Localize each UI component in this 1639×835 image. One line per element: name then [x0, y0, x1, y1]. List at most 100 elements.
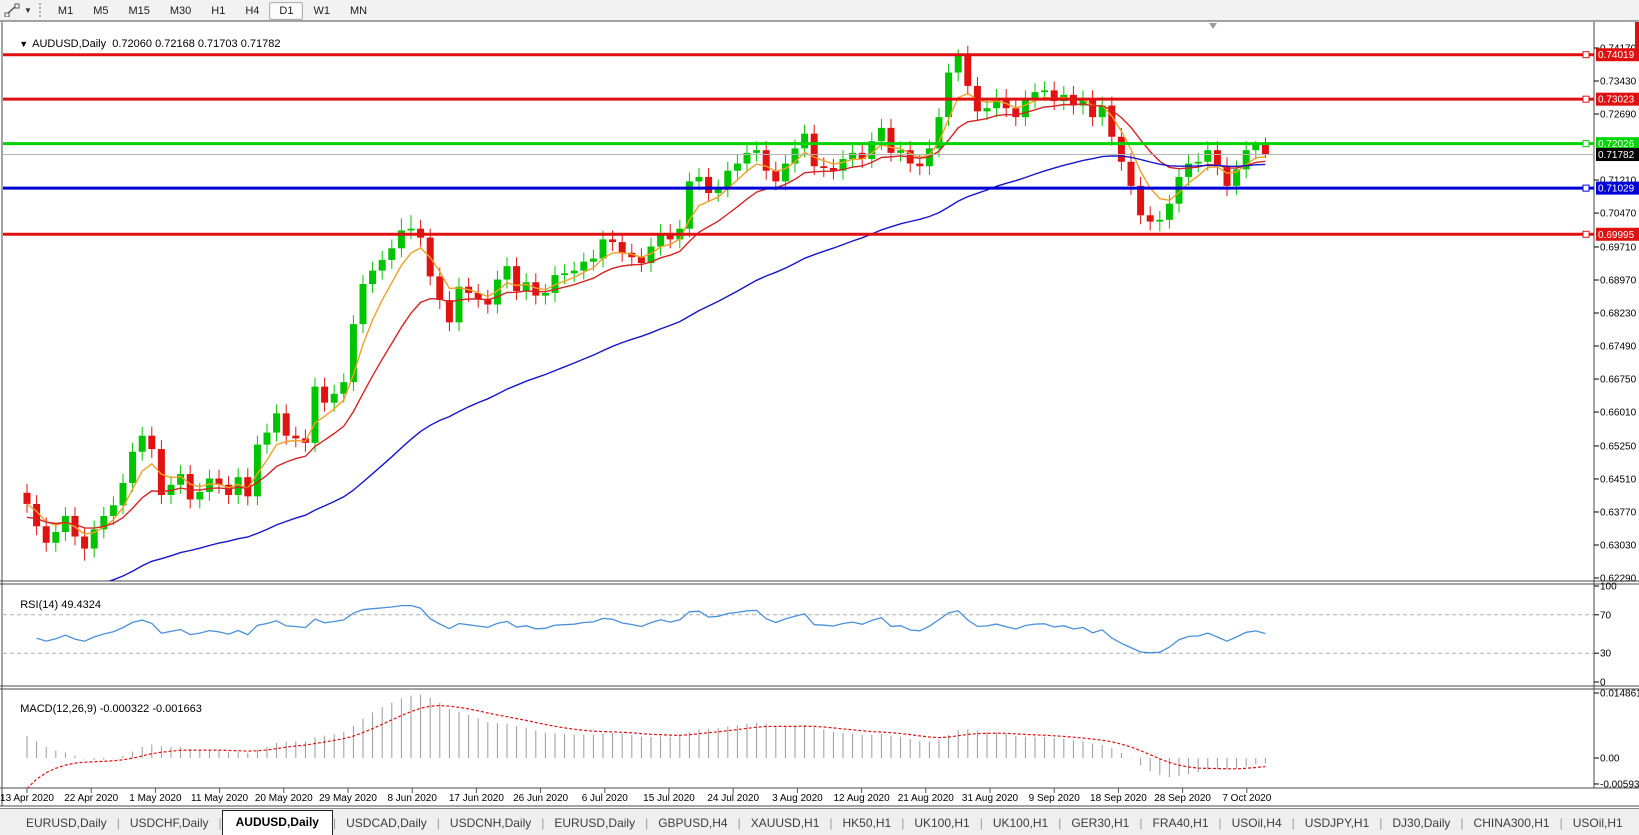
- svg-text:0.014861: 0.014861: [1600, 688, 1639, 699]
- tab-usdcnh-daily[interactable]: USDCNH,Daily: [440, 812, 541, 835]
- tab-uk100-h1[interactable]: UK100,H1: [983, 812, 1058, 835]
- timeframe-button-group: M1M5M15M30H1H4D1W1MN: [48, 1, 377, 19]
- svg-text:0.69995: 0.69995: [1598, 230, 1635, 241]
- line-anchor: [1583, 185, 1589, 191]
- svg-text:0.67490: 0.67490: [1600, 342, 1637, 353]
- price-badge-0.69995: 0.69995: [1596, 228, 1639, 241]
- svg-text:17 Jun 2020: 17 Jun 2020: [449, 793, 504, 804]
- tab-ger30-h1[interactable]: GER30,H1: [1061, 812, 1139, 835]
- svg-text:3 Aug 2020: 3 Aug 2020: [772, 793, 823, 804]
- rsi-value: 49.4324: [61, 599, 101, 611]
- price-badge-0.73023: 0.73023: [1596, 93, 1639, 106]
- svg-text:0.63030: 0.63030: [1600, 540, 1637, 551]
- tab-usoil-h1[interactable]: USOil,H1: [1563, 812, 1633, 835]
- svg-text:11 May 2020: 11 May 2020: [191, 793, 249, 804]
- timeframe-button-w1[interactable]: W1: [303, 2, 340, 20]
- tab-items: EURUSD,Daily|USDCHF,Daily|AUDUSD,Daily|U…: [16, 810, 1633, 835]
- svg-text:0.69710: 0.69710: [1600, 242, 1637, 253]
- tab-usdjpy-h1[interactable]: USDJPY,H1: [1295, 812, 1379, 835]
- svg-text:29 May 2020: 29 May 2020: [319, 793, 377, 804]
- svg-text:18 Sep 2020: 18 Sep 2020: [1090, 793, 1147, 804]
- tab-fra40-h1[interactable]: FRA40,H1: [1142, 812, 1218, 835]
- timeframe-button-m15[interactable]: M15: [118, 2, 159, 20]
- app-window: ▼ M1M5M15M30H1H4D1W1MN ▼ AUDUSD,Daily 0.7…: [0, 0, 1639, 835]
- svg-text:0.63770: 0.63770: [1600, 507, 1637, 518]
- tab-eurusd-daily[interactable]: EURUSD,Daily: [16, 812, 117, 835]
- svg-text:0.72690: 0.72690: [1600, 110, 1637, 121]
- macd-label: MACD(12,26,9) -0.000322 -0.001663: [8, 691, 202, 727]
- toolbar: ▼ M1M5M15M30H1H4D1W1MN: [0, 0, 1639, 21]
- right-edge-marker: [1635, 22, 1639, 58]
- toolbar-grip[interactable]: [39, 3, 41, 17]
- svg-text:0: 0: [1600, 678, 1606, 689]
- svg-text:0.73430: 0.73430: [1600, 77, 1637, 88]
- collapse-caret-icon[interactable]: ▼: [19, 39, 28, 49]
- svg-text:12 Aug 2020: 12 Aug 2020: [834, 793, 891, 804]
- svg-text:0.71782: 0.71782: [1598, 150, 1635, 161]
- price-badge-0.74019: 0.74019: [1596, 48, 1639, 61]
- svg-text:1 May 2020: 1 May 2020: [129, 793, 182, 804]
- timeframe-button-h1[interactable]: H1: [201, 2, 235, 20]
- svg-text:0.66750: 0.66750: [1600, 375, 1637, 386]
- svg-text:9 Sep 2020: 9 Sep 2020: [1029, 793, 1081, 804]
- line-anchor: [1583, 96, 1589, 102]
- rsi-label: RSI(14) 49.4324: [8, 587, 101, 623]
- svg-text:8 Jun 2020: 8 Jun 2020: [387, 793, 437, 804]
- symbol-tab-bar: EURUSD,Daily|USDCHF,Daily|AUDUSD,Daily|U…: [0, 808, 1639, 835]
- svg-text:0.64510: 0.64510: [1600, 474, 1637, 485]
- svg-text:-0.005938: -0.005938: [1600, 779, 1639, 790]
- svg-text:0.68230: 0.68230: [1600, 309, 1637, 320]
- chart-ohlc-values: 0.72060 0.72168 0.71703 0.71782: [112, 38, 280, 50]
- tab-hk50-h1[interactable]: HK50,H1: [833, 812, 902, 835]
- tab-china300-h1[interactable]: CHINA300,H1: [1464, 812, 1560, 835]
- timeframe-button-m30[interactable]: M30: [160, 2, 201, 20]
- svg-text:0.68970: 0.68970: [1600, 275, 1637, 286]
- chart-canvas[interactable]: 0.741700.734300.726900.712100.704700.697…: [0, 0, 1639, 835]
- tab-audusd-daily[interactable]: AUDUSD,Daily: [222, 810, 333, 835]
- svg-text:22 Apr 2020: 22 Apr 2020: [64, 793, 118, 804]
- svg-text:28 Sep 2020: 28 Sep 2020: [1154, 793, 1211, 804]
- tab-dj30-daily[interactable]: DJ30,Daily: [1382, 812, 1460, 835]
- tab-gbpusd-h4[interactable]: GBPUSD,H4: [648, 812, 737, 835]
- svg-text:24 Jul 2020: 24 Jul 2020: [707, 793, 759, 804]
- svg-text:31 Aug 2020: 31 Aug 2020: [962, 793, 1019, 804]
- tab-uk100-h1[interactable]: UK100,H1: [904, 812, 979, 835]
- tab-xauusd-h1[interactable]: XAUUSD,H1: [741, 812, 830, 835]
- svg-text:30: 30: [1600, 649, 1612, 660]
- svg-text:70: 70: [1600, 610, 1612, 621]
- price-badge-0.71029: 0.71029: [1596, 182, 1639, 195]
- chart-background: [0, 21, 1639, 809]
- tab-usdchf-daily[interactable]: USDCHF,Daily: [120, 812, 219, 835]
- tab-eurusd-daily[interactable]: EURUSD,Daily: [544, 812, 645, 835]
- svg-text:0.74019: 0.74019: [1598, 50, 1635, 61]
- tab-usdcad-daily[interactable]: USDCAD,Daily: [336, 812, 437, 835]
- timeframe-button-mn[interactable]: MN: [340, 2, 377, 20]
- svg-text:21 Aug 2020: 21 Aug 2020: [898, 793, 955, 804]
- svg-text:0.00: 0.00: [1600, 754, 1620, 765]
- svg-text:20 May 2020: 20 May 2020: [255, 793, 313, 804]
- svg-text:7 Oct 2020: 7 Oct 2020: [1222, 793, 1271, 804]
- svg-text:13 Apr 2020: 13 Apr 2020: [0, 793, 54, 804]
- timeframe-button-h4[interactable]: H4: [235, 2, 269, 20]
- timeframe-button-m5[interactable]: M5: [83, 2, 118, 20]
- svg-text:0.65250: 0.65250: [1600, 441, 1637, 452]
- svg-text:15 Jul 2020: 15 Jul 2020: [643, 793, 695, 804]
- svg-text:26 Jun 2020: 26 Jun 2020: [513, 793, 568, 804]
- svg-text:0.70470: 0.70470: [1600, 209, 1637, 220]
- svg-text:0.73023: 0.73023: [1598, 95, 1635, 106]
- macd-values: -0.000322 -0.001663: [100, 703, 202, 715]
- svg-text:0.66010: 0.66010: [1600, 408, 1637, 419]
- price-badge-0.71782: 0.71782: [1596, 148, 1639, 161]
- timeframe-button-m1[interactable]: M1: [48, 2, 83, 20]
- line-anchor: [1583, 52, 1589, 58]
- tab-usoil-h4[interactable]: USOil,H4: [1222, 812, 1292, 835]
- svg-text:100: 100: [1600, 582, 1617, 593]
- svg-text:6 Jul 2020: 6 Jul 2020: [582, 793, 629, 804]
- chevron-down-icon[interactable]: ▼: [24, 6, 32, 15]
- chart-tool-icon[interactable]: [4, 3, 20, 17]
- chart-symbol-period: AUDUSD,Daily: [32, 38, 106, 50]
- line-anchor: [1583, 231, 1589, 237]
- svg-text:0.71029: 0.71029: [1598, 184, 1635, 195]
- line-anchor: [1583, 141, 1589, 147]
- timeframe-button-d1[interactable]: D1: [269, 2, 303, 20]
